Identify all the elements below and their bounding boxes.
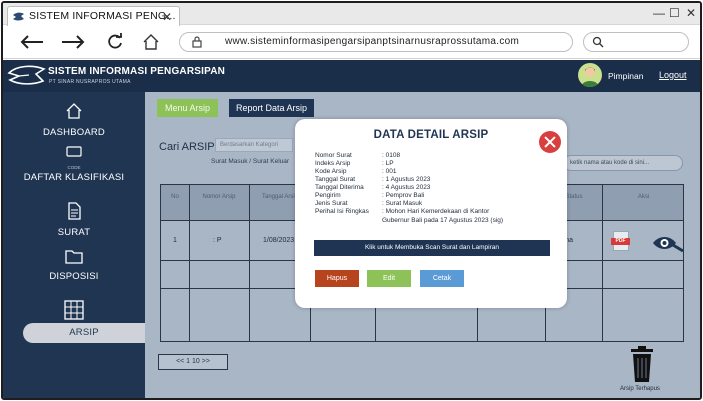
detail-value: : 0108 <box>382 152 401 159</box>
table-header-cell: Aksi <box>637 194 650 200</box>
browser-tab[interactable]: SISTEM INFORMASI PENG... ✕ <box>7 6 180 26</box>
forward-arrow-icon[interactable] <box>60 33 86 51</box>
sidebar-item-label: DASHBOARD <box>43 127 105 138</box>
sidebar-item-arsip[interactable]: ARSIP <box>23 323 145 343</box>
url-text: www.sisteminformasipengarsipanptsinarnus… <box>225 36 520 47</box>
sidebar-item-dashboard[interactable]: DASHBOARD <box>3 102 145 138</box>
detail-value: : 001 <box>382 168 397 175</box>
sidebar-item-daftar-klasifikasi[interactable]: CODE DAFTAR KLASIFIKASI <box>3 146 145 186</box>
home-icon[interactable] <box>142 33 160 51</box>
table-header-cell: Nomor Arsip <box>202 194 236 200</box>
archive-icon <box>64 300 84 320</box>
detail-value: : 4 Agustus 2023 <box>382 184 431 191</box>
tab-close-icon[interactable]: ✕ <box>162 10 172 24</box>
user-name: Pimpinan <box>608 71 644 81</box>
reload-icon[interactable] <box>106 33 124 51</box>
sidebar-item-label: DISPOSISI <box>49 271 99 282</box>
avatar[interactable] <box>578 63 602 87</box>
detail-value: : Pemprov Bali <box>382 192 425 199</box>
code-icon <box>66 146 82 157</box>
address-bar[interactable]: www.sisteminformasipengarsipanptsinarnus… <box>179 32 573 52</box>
edit-button[interactable]: Edit <box>367 270 411 287</box>
maximize-icon[interactable]: ☐ <box>669 6 680 20</box>
app-subtitle: PT SINAR NUSRAPROS UTAMA <box>49 79 131 85</box>
search-label: Cari ARSIP : <box>159 141 221 153</box>
detail-key: Tanggal Diterima <box>315 184 364 191</box>
detail-value: : 1 Agustus 2023 <box>382 176 431 183</box>
logo-icon <box>13 12 24 21</box>
pagination[interactable]: << 1 10 >> <box>158 354 228 370</box>
browser-window: SISTEM INFORMASI PENG... ✕ — ☐ ✕ www.sis… <box>1 1 702 400</box>
folder-icon <box>65 250 83 264</box>
sidebar: DASHBOARD CODE DAFTAR KLASIFIKASI SURAT … <box>3 92 145 398</box>
logout-link[interactable]: Logout <box>659 70 687 80</box>
detail-value: : Surat Masuk <box>382 200 423 207</box>
browser-navbar: www.sisteminformasipengarsipanptsinarnus… <box>3 26 700 59</box>
detail-key: Jenis Surat <box>315 200 348 207</box>
detail-key: Nomor Surat <box>315 152 352 159</box>
detail-key: Indeks Arsip <box>315 160 351 167</box>
browser-tabbar: SISTEM INFORMASI PENG... ✕ — ☐ ✕ <box>3 3 700 26</box>
tab-title: SISTEM INFORMASI PENG... <box>29 10 176 22</box>
sidebar-item-sublabel: CODE <box>67 165 81 170</box>
detail-value: Gubernur Bali pada 17 Agustus 2023 (sig) <box>382 217 504 224</box>
search-input[interactable]: ketik nama atau kode di sini... <box>563 155 683 171</box>
menu-arsip-button[interactable]: Menu Arsip <box>157 99 218 117</box>
table-cell-no: 1 <box>173 237 177 244</box>
sidebar-item-surat[interactable]: SURAT <box>3 202 145 238</box>
sidebar-item-label: ARSIP <box>69 327 99 338</box>
document-icon <box>68 202 81 220</box>
detail-key: Kode Arsip <box>315 168 347 175</box>
lock-icon <box>192 36 202 48</box>
detail-key: Tanggal Surat <box>315 176 356 183</box>
detail-value: : LP <box>382 160 394 167</box>
open-scan-button[interactable]: Klik untuk Membuka Scan Surat dan Lampir… <box>314 240 550 256</box>
trash-icon[interactable] <box>629 345 655 383</box>
detail-key: Pengirim <box>315 192 341 199</box>
modal-title: DATA DETAIL ARSIP <box>373 129 489 141</box>
close-icon[interactable] <box>539 131 561 153</box>
home-icon <box>66 103 82 119</box>
sidebar-item-label: DAFTAR KLASIFIKASI <box>23 172 125 183</box>
sidebar-item-label: SURAT <box>57 227 91 238</box>
minimize-icon[interactable]: — <box>653 6 665 20</box>
filter-select[interactable]: Berdasarkan Kategori <box>215 138 293 152</box>
table-cell-tanggal: 1/08/2023 <box>263 237 295 244</box>
table-header-cell: No <box>171 194 179 200</box>
back-arrow-icon[interactable] <box>19 33 45 51</box>
trash-label: Arsip Terhapus <box>620 386 660 392</box>
pdf-tag: PDF <box>611 238 630 245</box>
app-title: SISTEM INFORMASI PENGARSIPAN <box>48 66 226 77</box>
browser-search-input[interactable] <box>583 32 689 52</box>
sidebar-archive-icon-holder <box>3 300 145 322</box>
sidebar-item-disposisi[interactable]: DISPOSISI <box>3 248 145 282</box>
pdf-icon[interactable]: PDF <box>611 231 630 251</box>
print-button[interactable]: Cetak <box>420 270 464 287</box>
app-header: SISTEM INFORMASI PENGARSIPAN PT SINAR NU… <box>3 60 700 92</box>
detail-key: Perihal Isi Ringkas <box>315 208 369 215</box>
detail-modal: DATA DETAIL ARSIP Nomor Surat : 0108 Inde… <box>295 119 567 308</box>
detail-value: : Mohon Hari Kemerdekaan di Kantor <box>382 208 490 215</box>
delete-button[interactable]: Hapus <box>315 270 359 287</box>
report-data-arsip-button[interactable]: Report Data Arsip <box>229 99 314 117</box>
close-window-icon[interactable]: ✕ <box>686 6 696 20</box>
logo-icon <box>7 65 46 85</box>
view-eye-icon[interactable] <box>652 233 686 253</box>
user-avatar-icon <box>581 67 599 87</box>
search-icon <box>592 36 604 48</box>
tab-surat[interactable]: Surat Masuk / Surat Keluar <box>211 158 289 165</box>
table-cell-kode: : P <box>213 237 222 244</box>
